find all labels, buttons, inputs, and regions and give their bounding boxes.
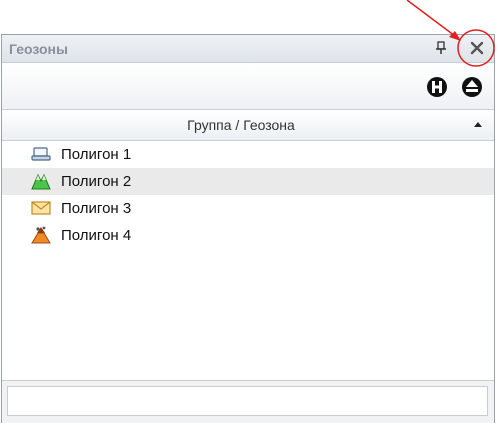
geozones-panel: Геозоны Группа / Геозона Полигон 1 Полиг… (1, 34, 495, 423)
collapse-groups-button[interactable] (461, 76, 483, 98)
list-item[interactable]: Полигон 4 (2, 222, 494, 249)
expand-groups-button[interactable] (426, 76, 448, 98)
list-item-label: Полигон 1 (61, 146, 132, 163)
sort-ascending-icon (474, 122, 482, 127)
filter-input[interactable] (7, 386, 488, 416)
close-icon[interactable] (469, 40, 485, 56)
geozone-list: Полигон 1 Полигон 2 Полигон 3 Полигон 4 (2, 141, 494, 249)
list-item-label: Полигон 3 (61, 200, 132, 217)
list-item[interactable]: Полигон 3 (2, 195, 494, 222)
polygon-envelope-icon (31, 199, 51, 217)
column-header[interactable]: Группа / Геозона (2, 110, 494, 141)
annotation-arrow (406, 0, 456, 37)
panel-title: Геозоны (9, 41, 68, 57)
column-header-label: Группа / Геозона (187, 117, 295, 133)
collapse-groups-icon (462, 77, 482, 97)
polygon-flat-icon (31, 145, 51, 163)
list-item-selected[interactable]: Полигон 2 (2, 168, 494, 195)
pin-icon[interactable] (435, 41, 447, 55)
panel-toolbar (2, 63, 494, 110)
expand-groups-icon (427, 77, 447, 97)
polygon-volcano-icon (31, 226, 51, 244)
panel-titlebar: Геозоны (2, 35, 494, 63)
list-item-label: Полигон 4 (61, 227, 132, 244)
list-item[interactable]: Полигон 1 (2, 141, 494, 168)
polygon-mountain-icon (31, 172, 51, 190)
panel-footer (2, 380, 494, 423)
list-item-label: Полигон 2 (61, 173, 132, 190)
